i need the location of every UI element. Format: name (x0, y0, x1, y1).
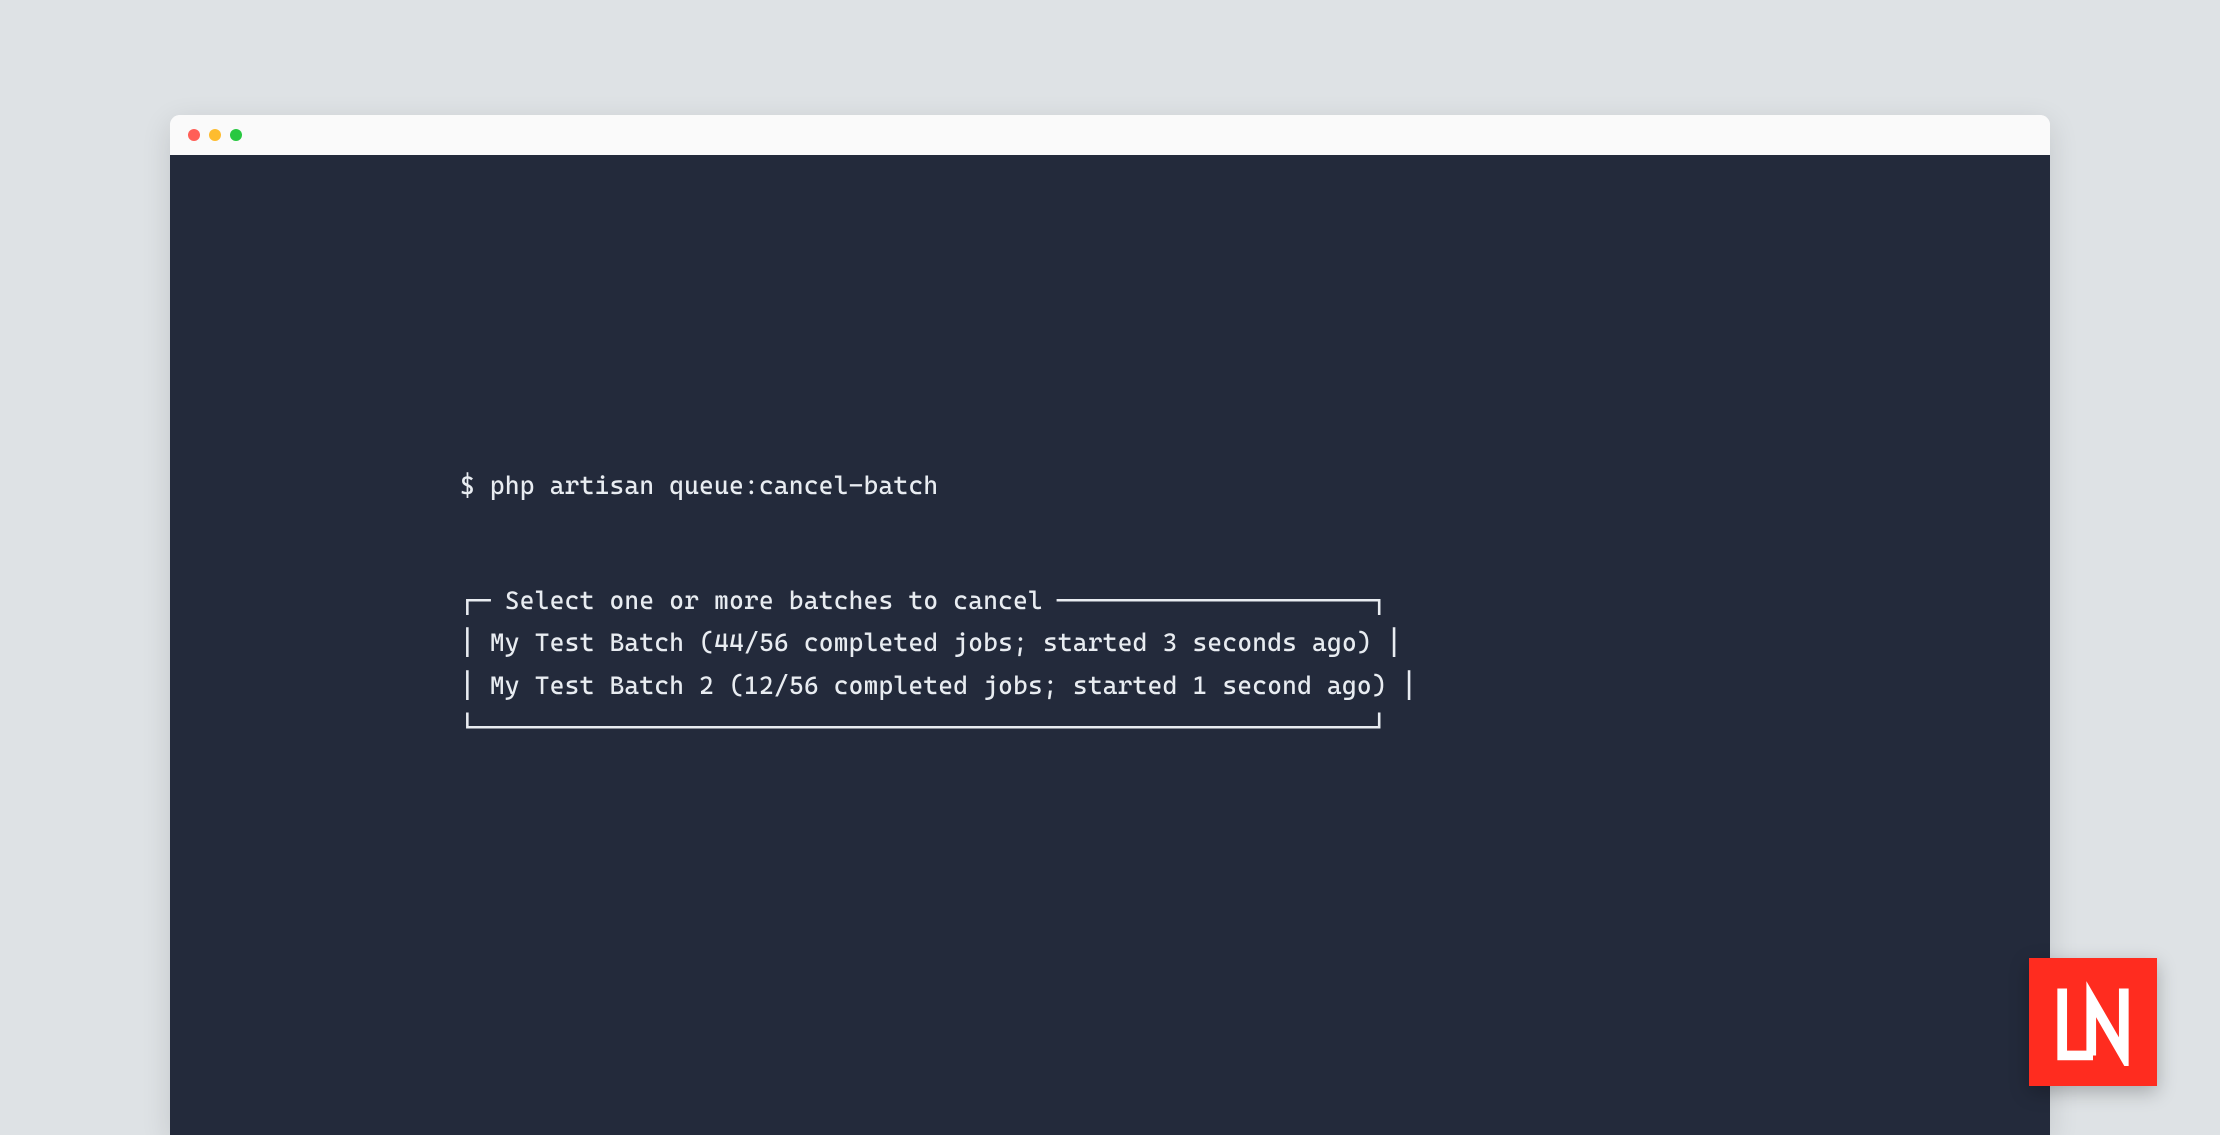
selection-box-bottom: └───────────────────────────────────────… (460, 707, 2050, 750)
ln-logo-icon (2049, 978, 2137, 1066)
selection-box-top: ┌─ Select one or more batches to cancel … (460, 580, 2050, 623)
selection-option[interactable]: │ My Test Batch 2 (12/56 completed jobs;… (460, 665, 2050, 708)
terminal-body[interactable]: $ php artisan queue:cancel-batch ┌─ Sele… (170, 155, 2050, 1135)
close-icon[interactable] (188, 129, 200, 141)
terminal-window: $ php artisan queue:cancel-batch ┌─ Sele… (170, 115, 2050, 1135)
logo-badge (2029, 958, 2157, 1086)
selection-option[interactable]: │ My Test Batch (44/56 completed jobs; s… (460, 622, 2050, 665)
window-titlebar (170, 115, 2050, 155)
command-prompt: $ php artisan queue:cancel-batch (460, 465, 2050, 508)
minimize-icon[interactable] (209, 129, 221, 141)
maximize-icon[interactable] (230, 129, 242, 141)
